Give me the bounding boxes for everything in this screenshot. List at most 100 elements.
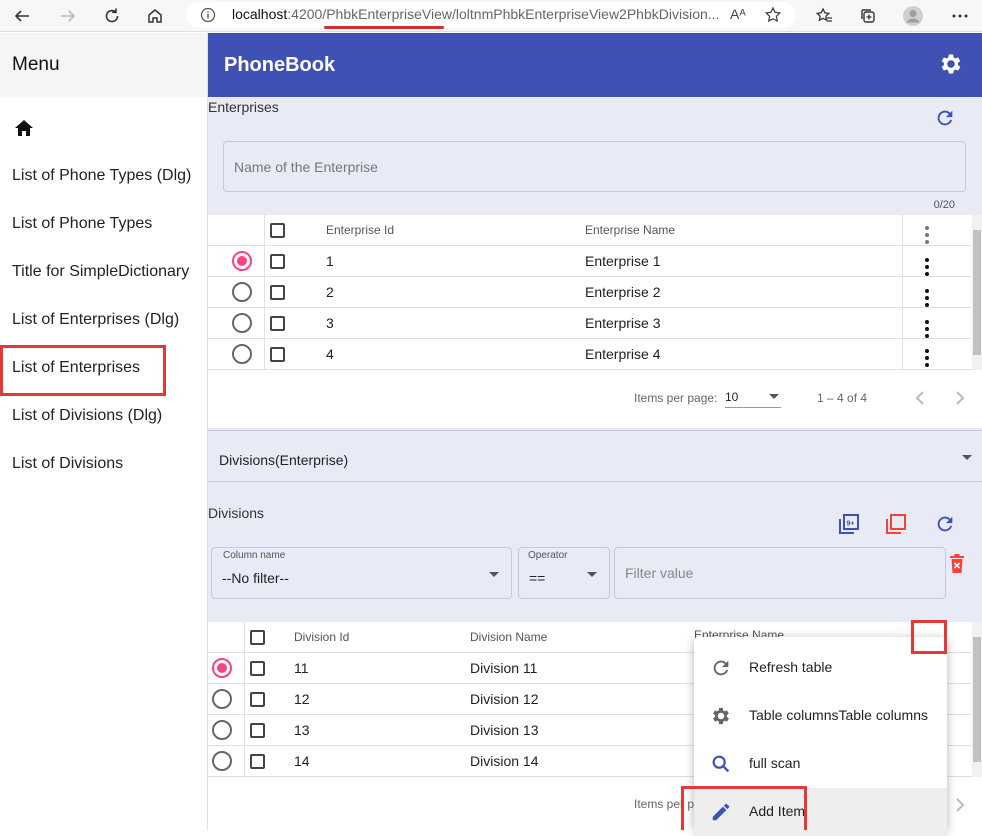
sidebar-item-simple-dictionary[interactable]: Title for SimpleDictionary <box>12 263 189 281</box>
row-radio-selected[interactable] <box>212 658 232 678</box>
filter-value-input[interactable]: Filter value <box>614 547 946 599</box>
row-more-vert-icon[interactable] <box>925 349 929 367</box>
division-id-cell: 12 <box>294 691 310 707</box>
reload-icon[interactable] <box>100 4 124 28</box>
operator-label: Operator <box>528 550 568 561</box>
row-radio[interactable] <box>232 282 252 302</box>
division-id-cell: 14 <box>294 753 310 769</box>
chevron-down-icon <box>769 394 779 399</box>
enterprises-scrollbar[interactable] <box>972 215 982 370</box>
select-many-icon[interactable]: 9+ <box>837 512 861 541</box>
row-divider <box>208 276 972 277</box>
enterprise-name-cell: Enterprise 3 <box>585 315 661 331</box>
row-checkbox[interactable] <box>250 661 265 676</box>
row-checkbox[interactable] <box>270 285 285 300</box>
favorite-star-icon[interactable] <box>764 6 782 29</box>
divisions-refresh-icon[interactable] <box>934 513 956 540</box>
url-path: PhbkEnterpriseView/loltnmPhbkEnterpriseV… <box>326 6 720 22</box>
divisions-enterprise-select[interactable]: Divisions(Enterprise) <box>208 430 982 482</box>
copy-selection-icon[interactable] <box>884 512 908 541</box>
back-icon[interactable] <box>10 4 34 28</box>
menu-item-label: full scan <box>749 755 801 771</box>
row-divider <box>208 307 972 308</box>
search-icon <box>710 753 732 775</box>
column-name-label: Column name <box>223 550 286 561</box>
column-name-select[interactable]: Column name --No filter-- <box>211 547 512 599</box>
enterprise-name-input[interactable]: Name of the Enterprise <box>223 141 966 192</box>
row-checkbox[interactable] <box>250 723 265 738</box>
sidebar-item-phone-types[interactable]: List of Phone Types <box>12 215 152 233</box>
enterprises-refresh-icon[interactable] <box>934 107 956 134</box>
column-header-division-name[interactable]: Division Name <box>470 630 547 644</box>
operator-select[interactable]: Operator == <box>518 547 610 599</box>
select-all-checkbox[interactable] <box>270 223 285 238</box>
collections-icon[interactable] <box>856 4 880 28</box>
row-checkbox[interactable] <box>270 347 285 362</box>
app-title: PhoneBook <box>224 53 336 76</box>
division-name-cell: Division 12 <box>470 691 539 707</box>
divisions-scrollbar[interactable] <box>972 622 982 777</box>
row-more-vert-icon[interactable] <box>925 258 929 276</box>
info-icon[interactable] <box>200 7 216 28</box>
next-page-icon[interactable] <box>954 390 966 411</box>
row-checkbox[interactable] <box>270 316 285 331</box>
enterprise-name-cell: Enterprise 4 <box>585 346 661 362</box>
row-radio[interactable] <box>212 720 232 740</box>
column-name-value: --No filter-- <box>222 570 289 586</box>
read-aloud-icon[interactable]: Aᴬ <box>730 6 746 22</box>
gear-icon <box>710 705 732 727</box>
divisions-enterprise-label: Divisions(Enterprise) <box>219 452 349 468</box>
home-browser-icon[interactable] <box>143 4 167 28</box>
forward-icon[interactable] <box>56 4 80 28</box>
scrollbar-thumb[interactable] <box>973 230 981 355</box>
next-page-icon[interactable] <box>954 797 966 818</box>
column-header-enterprise-name[interactable]: Enterprise Name <box>585 223 675 237</box>
url-text: localhost:4200/PhbkEnterpriseView/loltnm… <box>232 6 719 22</box>
menu-item-label: Refresh table <box>749 659 833 675</box>
sidebar-item-divisions-dlg[interactable]: List of Divisions (Dlg) <box>12 407 162 425</box>
enterprises-table: Enterprise Id Enterprise Name 1 Enterpri… <box>208 215 972 370</box>
column-header-enterprise-id[interactable]: Enterprise Id <box>326 223 394 237</box>
row-radio[interactable] <box>212 689 232 709</box>
settings-gear-icon[interactable] <box>938 51 966 79</box>
row-divider <box>208 245 972 246</box>
row-checkbox[interactable] <box>250 754 265 769</box>
row-checkbox[interactable] <box>270 254 285 269</box>
row-radio[interactable] <box>212 751 232 771</box>
page-size-value: 10 <box>725 390 739 404</box>
header-more-vert-icon[interactable] <box>925 226 929 244</box>
previous-page-icon[interactable] <box>914 390 926 411</box>
profile-avatar-icon[interactable] <box>901 4 925 28</box>
row-more-vert-icon[interactable] <box>925 289 929 307</box>
row-radio-selected[interactable] <box>232 251 252 271</box>
address-bar[interactable]: localhost:4200/PhbkEnterpriseView/loltnm… <box>186 2 796 28</box>
more-options-icon[interactable] <box>948 4 972 28</box>
column-header-division-id[interactable]: Division Id <box>294 630 349 644</box>
row-radio[interactable] <box>232 313 252 333</box>
row-checkbox[interactable] <box>250 692 265 707</box>
enterprise-id-cell: 1 <box>326 253 334 269</box>
row-more-vert-icon[interactable] <box>925 320 929 338</box>
menu-trigger-highlight-box <box>911 620 947 654</box>
url-port: :4200/ <box>287 6 327 22</box>
browser-toolbar: localhost:4200/PhbkEnterpriseView/loltnm… <box>0 0 982 32</box>
delete-filter-icon[interactable] <box>949 554 965 579</box>
refresh-icon <box>710 657 732 679</box>
menu-item-refresh-table[interactable]: Refresh table <box>694 644 947 692</box>
sidebar-item-divisions[interactable]: List of Divisions <box>12 455 123 473</box>
operator-value: == <box>529 570 546 586</box>
sidebar-item-enterprises-dlg[interactable]: List of Enterprises (Dlg) <box>12 311 179 329</box>
filter-value-placeholder: Filter value <box>625 565 694 581</box>
menu-item-full-scan[interactable]: full scan <box>694 740 947 788</box>
page-size-select[interactable]: 10 <box>725 384 781 408</box>
menu-item-table-columns[interactable]: Table columnsTable columns <box>694 692 947 740</box>
home-icon[interactable] <box>14 119 34 142</box>
column-divider <box>244 622 245 777</box>
select-all-checkbox[interactable] <box>250 630 265 645</box>
scrollbar-thumb[interactable] <box>973 637 981 762</box>
svg-text:9+: 9+ <box>847 521 855 528</box>
enterprise-name-placeholder: Name of the Enterprise <box>234 159 378 175</box>
row-radio[interactable] <box>232 344 252 364</box>
sidebar-item-phone-types-dlg[interactable]: List of Phone Types (Dlg) <box>12 167 191 185</box>
favorites-icon[interactable] <box>812 4 836 28</box>
